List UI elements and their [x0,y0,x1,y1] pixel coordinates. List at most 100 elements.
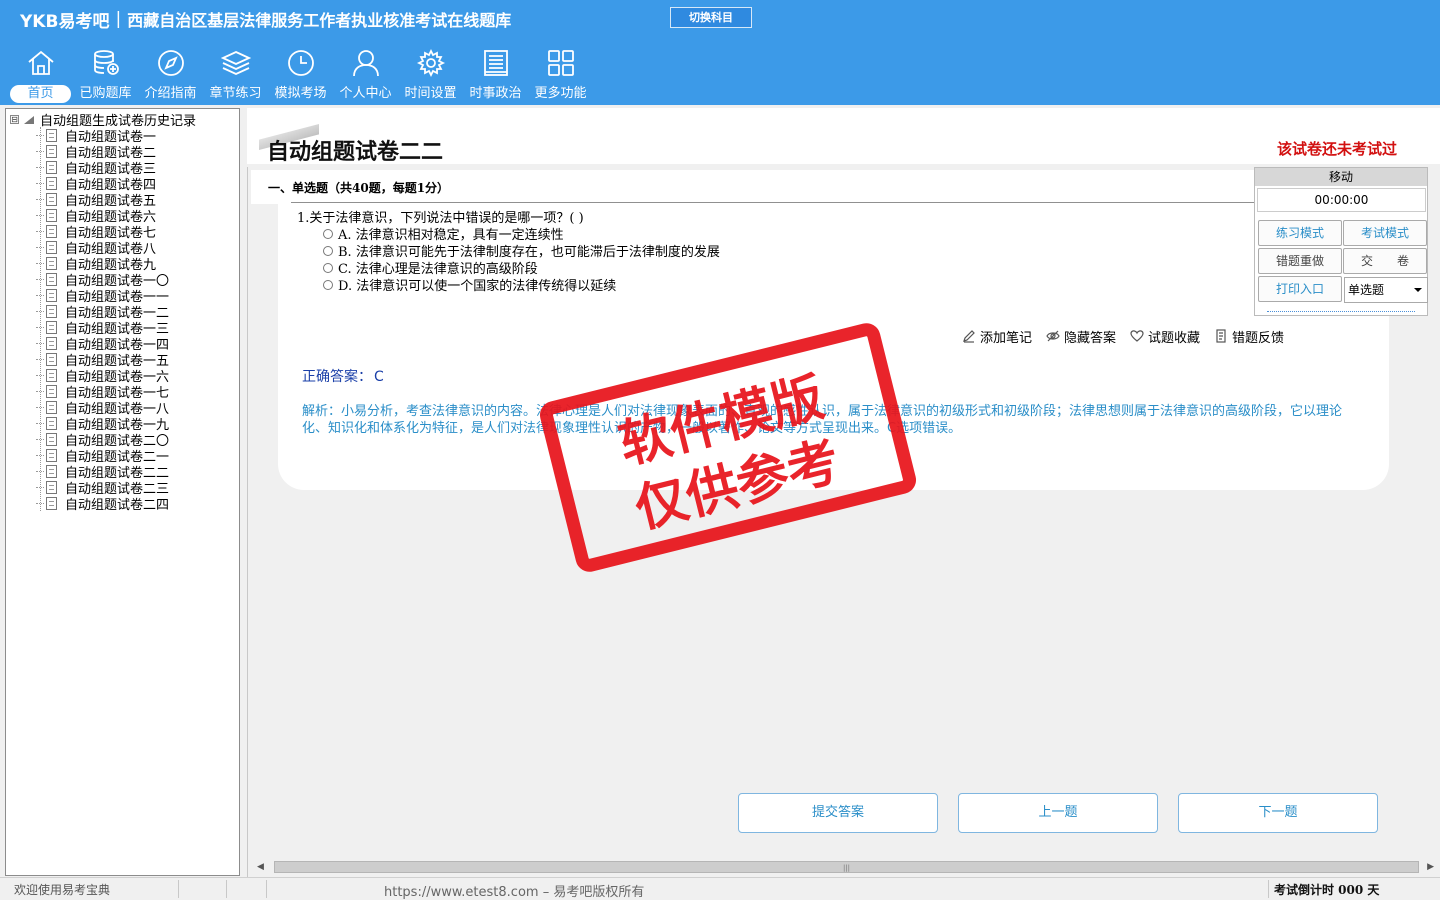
nav-personal-center[interactable]: 个人中心 [333,44,398,104]
logo: YKB易考吧 [20,11,110,32]
status-separator [178,880,179,898]
main-nav: 首页 已购题库 介绍指南 章节练习 模拟考场 个人中心 时间设置 时事政治 更多… [8,44,593,104]
tree-connector [36,166,44,168]
nav-label: 章节练习 [209,86,262,101]
question-type-select[interactable]: 单选题 [1344,277,1428,303]
panel-resize-edge [1267,311,1415,312]
add-note-button[interactable]: 添加笔记 [962,327,1032,346]
layers-icon [220,51,251,75]
nav-guide[interactable]: 介绍指南 [138,44,203,104]
collapse-icon[interactable]: ⊟ [10,114,19,124]
paper-history-tree[interactable]: ⊟ 自动组题生成试卷历史记录 自动组题试卷一 自动组题试卷二 自动组题试卷三 自动组题… [5,108,240,876]
paper-title-bar: 自动组题试卷二二 该试卷还未考试过 [247,108,1440,165]
tree-connector [36,214,44,216]
previous-question-button[interactable]: 上一题 [958,793,1158,833]
tree-connector [36,182,44,184]
scrollbar-thumb[interactable]: ||| [274,861,1419,873]
nav-chapter-practice[interactable]: 章节练习 [203,44,268,104]
tree-connector [36,342,44,344]
nav-time-settings[interactable]: 时间设置 [398,44,463,104]
tree-connector [36,454,44,456]
section-header: 一、单选题（共40题，每题1分） [251,170,1256,207]
next-question-button[interactable]: 下一题 [1178,793,1378,833]
move-handle[interactable]: 移动 [1255,168,1427,186]
scroll-right-icon[interactable]: ▶ [1427,862,1434,872]
nav-label: 更多功能 [534,86,587,101]
switch-subject-button[interactable]: 切换科目 [670,7,752,28]
selected-value: 单选题 [1348,283,1385,297]
tree-connector [36,502,44,504]
document-icon [46,432,57,446]
option-text: D. 法律意识可以使一个国家的法律传统得以延续 [338,279,617,294]
radio-button[interactable] [323,228,333,239]
tree-connector [36,262,44,264]
document-icon [46,256,57,270]
correct-answer: 正确答案： C [302,366,384,386]
nav-label: 时间设置 [404,86,457,101]
redo-wrong-button[interactable]: 错题重做 [1258,248,1342,274]
nav-purchased-banks[interactable]: 已购题库 [73,44,138,104]
tree-item-label: 自动组题试卷二四 [65,497,170,513]
document-icon [46,464,57,478]
radio-button[interactable] [323,279,333,290]
tree-item[interactable]: 自动组题试卷二四 [36,495,170,513]
tree-connector [36,422,44,424]
document-icon [46,144,57,158]
document-icon [46,128,57,142]
nav-current-affairs[interactable]: 时事政治 [463,44,528,104]
nav-more-features[interactable]: 更多功能 [528,44,593,104]
document-icon [46,288,57,302]
exam-mode-button[interactable]: 考试模式 [1343,220,1427,246]
practice-mode-button[interactable]: 练习模式 [1258,220,1342,246]
error-feedback-button[interactable]: 错题反馈 [1214,327,1285,346]
nav-label: 个人中心 [339,86,392,101]
tree-connector [36,406,44,408]
nav-mock-exam[interactable]: 模拟考场 [268,44,333,104]
tree-connector [36,470,44,472]
scroll-left-icon[interactable]: ◀ [257,862,264,872]
option-c[interactable]: C. 法律心理是法律意识的高级阶段 [323,259,538,277]
option-d[interactable]: D. 法律意识可以使一个国家的法律传统得以延续 [323,276,617,294]
question-card: 1.关于法律意识，下列说法中错误的是哪一项？( ) A. 法律意识相对稳定，具有… [278,203,1389,490]
brand: YKB易考吧 | 西藏自治区基层法律服务工作者执业核准考试在线题库 [20,8,512,32]
option-b[interactable]: B. 法律意识可能先于法律制度存在，也可能滞后于法律制度的发展 [323,242,720,260]
app-title: 西藏自治区基层法律服务工作者执业核准考试在线题库 [127,11,512,30]
horizontal-scrollbar[interactable]: ◀ ||| ▶ [252,858,1437,876]
nav-home[interactable]: 首页 [8,44,73,104]
radio-button[interactable] [323,262,333,273]
status-separator [226,880,227,898]
tree-connector [36,198,44,200]
tree-connector [36,294,44,296]
compass-icon [157,50,184,76]
option-a[interactable]: A. 法律意识相对稳定，具有一定连续性 [323,225,564,243]
grid-icon [547,50,574,76]
section-title: 一、单选题（共40题，每题1分） [268,181,450,195]
nav-label: 已购题库 [79,86,132,101]
favorite-question-button[interactable]: 试题收藏 [1130,327,1200,346]
app-header: YKB易考吧 | 西藏自治区基层法律服务工作者执业核准考试在线题库 切换科目 首… [0,0,1440,105]
feedback-icon [1216,329,1226,343]
brand-separator: | [115,9,122,29]
tree-connector [36,134,44,136]
submit-answer-button[interactable]: 提交答案 [738,793,938,833]
print-entry-button[interactable]: 打印入口 [1258,276,1342,302]
tree-connector [36,374,44,376]
document-icon [46,368,57,382]
clock-icon [287,50,314,76]
home-icon [27,50,54,75]
tool-label: 错题反馈 [1232,330,1285,346]
user-icon [352,50,379,77]
radio-button[interactable] [323,245,333,256]
document-icon [46,320,57,334]
document-icon [46,448,57,462]
hand-in-button[interactable]: 交 卷 [1343,248,1427,274]
nav-label: 模拟考场 [274,86,327,101]
document-icon [46,480,57,494]
heart-icon [1130,330,1144,342]
tree-connector [36,246,44,248]
document-icon [46,496,57,510]
tree-connector [36,438,44,440]
gear-icon [416,48,445,78]
answer-label: 正确答案： [302,369,372,385]
hide-answer-button[interactable]: 隐藏答案 [1046,327,1116,346]
